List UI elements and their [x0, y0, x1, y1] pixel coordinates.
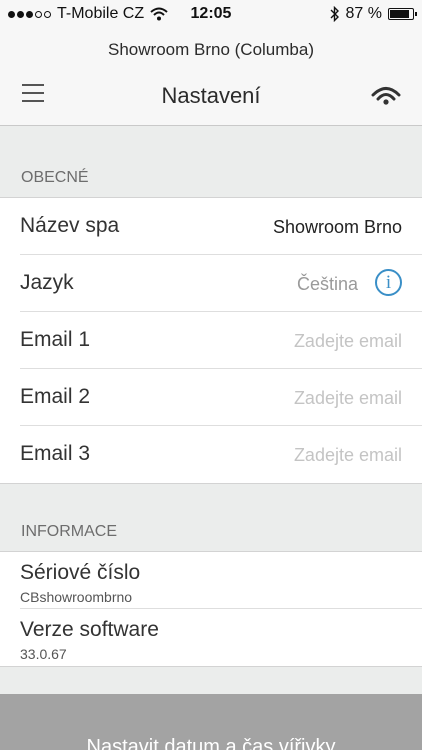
battery-level	[390, 10, 409, 18]
email-3-label: Email 3	[20, 442, 91, 465]
software-version-row: Verze software 33.0.67	[20, 609, 422, 666]
spa-name-row[interactable]: Název spa Showroom Brno	[20, 198, 422, 255]
email-1-row[interactable]: Email 1 Zadejte email	[20, 312, 422, 369]
page-title: Nastavení	[161, 83, 261, 108]
software-version-label: Verze software	[20, 618, 159, 641]
nav-header: Showroom Brno (Columba) Nastavení	[0, 28, 422, 126]
general-settings-group: Název spa Showroom Brno Jazyk Čeština i …	[0, 197, 422, 484]
info-group: Sériové číslo CBshowroombrno Verze softw…	[0, 551, 422, 667]
serial-number-label: Sériové číslo	[20, 561, 141, 584]
email-1-input[interactable]: Zadejte email	[294, 331, 402, 352]
email-3-row[interactable]: Email 3 Zadejte email	[20, 426, 422, 483]
serial-number-row: Sériové číslo CBshowroombrno	[20, 552, 422, 609]
language-label: Jazyk	[20, 271, 74, 294]
status-bar-right: 87 %	[330, 5, 417, 23]
spa-name-subtitle: Showroom Brno (Columba)	[108, 40, 314, 59]
email-3-input[interactable]: Zadejte email	[294, 445, 402, 466]
info-icon[interactable]: i	[375, 269, 402, 296]
language-row[interactable]: Jazyk Čeština i	[20, 255, 422, 312]
bluetooth-icon	[330, 6, 339, 22]
spa-name-label: Název spa	[20, 214, 120, 237]
email-2-row[interactable]: Email 2 Zadejte email	[20, 369, 422, 426]
email-2-label: Email 2	[20, 385, 91, 408]
set-date-time-button[interactable]: Nastavit datum a čas vířivky	[0, 694, 422, 750]
battery-percent: 87 %	[345, 5, 382, 22]
wifi-signal-icon[interactable]	[370, 82, 402, 108]
set-date-time-label: Nastavit datum a čas vířivky	[86, 736, 336, 750]
software-version-value: 33.0.67	[20, 646, 67, 662]
email-1-label: Email 1	[20, 328, 91, 351]
section-label-general: OBECNÉ	[21, 169, 89, 186]
serial-number-value: CBshowroombrno	[20, 589, 133, 605]
spa-name-value[interactable]: Showroom Brno	[273, 217, 402, 238]
language-value[interactable]: Čeština	[297, 274, 358, 295]
status-bar: T-Mobile CZ 12:05 87 %	[0, 0, 422, 28]
battery-icon	[388, 8, 417, 20]
section-label-info: INFORMACE	[21, 523, 117, 540]
email-2-input[interactable]: Zadejte email	[294, 388, 402, 409]
